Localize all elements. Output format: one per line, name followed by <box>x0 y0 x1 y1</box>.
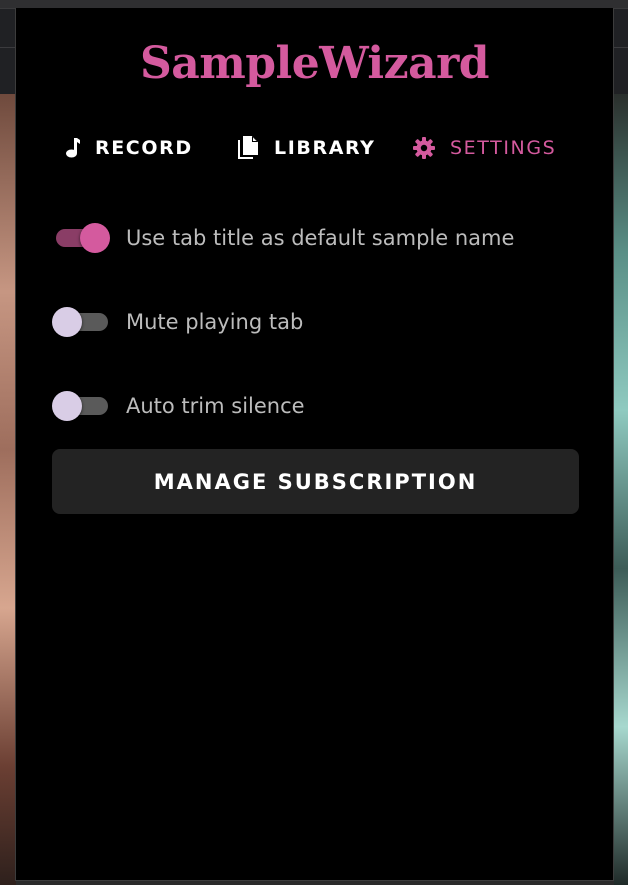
app-logo: SampleWizard <box>139 38 490 89</box>
mute-playing-tab-label: Mute playing tab <box>126 310 304 334</box>
use-tab-title-label: Use tab title as default sample name <box>126 226 515 250</box>
mute-playing-tab-toggle[interactable] <box>52 307 108 337</box>
setting-use-tab-title: Use tab title as default sample name <box>52 221 514 255</box>
setting-auto-trim-silence: Auto trim silence <box>52 389 305 423</box>
manage-subscription-button[interactable]: MANAGE SUBSCRIPTION <box>52 449 579 514</box>
toggle-knob <box>52 391 82 421</box>
background-page-left <box>0 94 16 885</box>
auto-trim-silence-toggle[interactable] <box>52 391 108 421</box>
setting-mute-playing-tab: Mute playing tab <box>52 305 303 339</box>
gear-icon <box>412 136 436 160</box>
file-copy-icon <box>236 135 260 161</box>
toggle-knob <box>80 223 110 253</box>
background-page-right <box>614 94 628 885</box>
tab-settings-label: SETTINGS <box>450 137 557 159</box>
browser-title-bar <box>0 0 628 8</box>
tab-record[interactable]: RECORD <box>63 133 193 163</box>
music-note-icon <box>63 137 81 159</box>
auto-trim-silence-label: Auto trim silence <box>126 394 305 418</box>
use-tab-title-toggle[interactable] <box>52 223 110 253</box>
main-nav: RECORD LIBRARY SETTINGS <box>16 133 613 163</box>
extension-popup: SampleWizard RECORD LIBRARY SETTINGS Use… <box>15 8 614 881</box>
tab-library-label: LIBRARY <box>274 137 376 159</box>
tab-library[interactable]: LIBRARY <box>236 133 376 163</box>
tab-settings[interactable]: SETTINGS <box>412 133 556 163</box>
tab-record-label: RECORD <box>95 137 193 159</box>
toggle-knob <box>52 307 82 337</box>
